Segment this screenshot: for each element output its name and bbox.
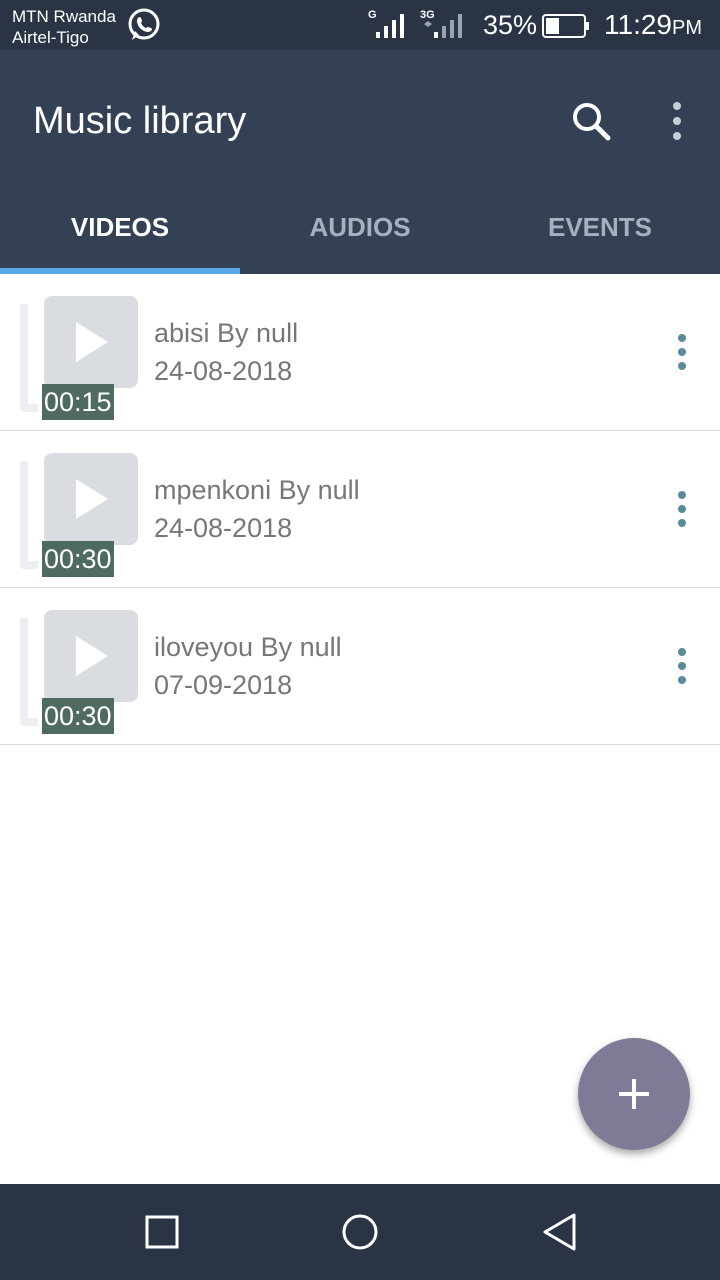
system-nav-bar <box>0 1184 720 1280</box>
video-title: abisi By null <box>154 318 299 348</box>
play-icon <box>76 636 108 676</box>
play-icon <box>76 322 108 362</box>
clock: 11:29PM <box>604 9 702 41</box>
network-1-label: G <box>368 9 377 21</box>
clock-time: 11:29 <box>604 9 672 40</box>
tab-videos[interactable]: VIDEOS <box>0 200 240 274</box>
thumbnail-frame <box>20 461 38 569</box>
duration-badge: 00:30 <box>42 541 114 577</box>
tab-events[interactable]: EVENTS <box>480 200 720 274</box>
play-icon <box>76 479 108 519</box>
duration-badge: 00:15 <box>42 384 114 420</box>
video-date: 24-08-2018 <box>154 513 293 543</box>
more-vert-icon[interactable] <box>660 96 694 146</box>
tab-bar: VIDEOS AUDIOS EVENTS <box>0 200 720 274</box>
video-thumbnail[interactable]: 00:30 <box>20 608 140 734</box>
video-list: 00:15 abisi By null 24-08-2018 00:30 mpe… <box>0 274 720 745</box>
status-bar: MTN Rwanda Airtel-Tigo G 3G 35% 11:29PM <box>0 0 720 50</box>
signal-icon: G <box>368 9 404 38</box>
thumbnail-frame <box>20 618 38 726</box>
clock-ampm: PM <box>672 17 702 39</box>
video-thumbnail[interactable]: 00:15 <box>20 294 140 420</box>
back-icon[interactable] <box>540 1212 580 1252</box>
home-icon[interactable] <box>340 1212 380 1252</box>
battery-percent: 35% <box>483 10 538 40</box>
thumbnail-card <box>44 610 138 702</box>
add-button[interactable] <box>578 1038 690 1150</box>
list-item[interactable]: 00:30 mpenkoni By null 24-08-2018 <box>0 431 720 588</box>
thumbnail-card <box>44 296 138 388</box>
plus-icon <box>619 1079 649 1109</box>
carrier-2: Airtel-Tigo <box>12 28 89 47</box>
list-item[interactable]: 00:30 iloveyou By null 07-09-2018 <box>0 588 720 745</box>
signal-icon-2: 3G <box>420 9 462 38</box>
more-vert-icon[interactable] <box>668 332 696 372</box>
battery-icon <box>542 14 589 38</box>
carrier-1: MTN Rwanda <box>12 7 116 26</box>
thumbnail-card <box>44 453 138 545</box>
carrier-info: MTN Rwanda Airtel-Tigo <box>12 6 116 48</box>
recents-icon[interactable] <box>142 1212 182 1252</box>
duration-badge: 00:30 <box>42 698 114 734</box>
app-bar: Music library VIDEOS AUDIOS EVENTS <box>0 50 720 274</box>
more-vert-icon[interactable] <box>668 646 696 686</box>
more-vert-icon[interactable] <box>668 489 696 529</box>
search-icon[interactable] <box>566 96 616 146</box>
thumbnail-frame <box>20 304 38 412</box>
video-title: iloveyou By null <box>154 632 342 662</box>
tab-audios[interactable]: AUDIOS <box>240 200 480 274</box>
whatsapp-icon <box>128 8 160 40</box>
video-date: 24-08-2018 <box>154 356 293 386</box>
video-thumbnail[interactable]: 00:30 <box>20 451 140 577</box>
network-2-label: 3G <box>420 9 435 21</box>
page-title: Music library <box>33 100 247 142</box>
list-item[interactable]: 00:15 abisi By null 24-08-2018 <box>0 274 720 431</box>
video-title: mpenkoni By null <box>154 475 360 505</box>
video-date: 07-09-2018 <box>154 670 293 700</box>
